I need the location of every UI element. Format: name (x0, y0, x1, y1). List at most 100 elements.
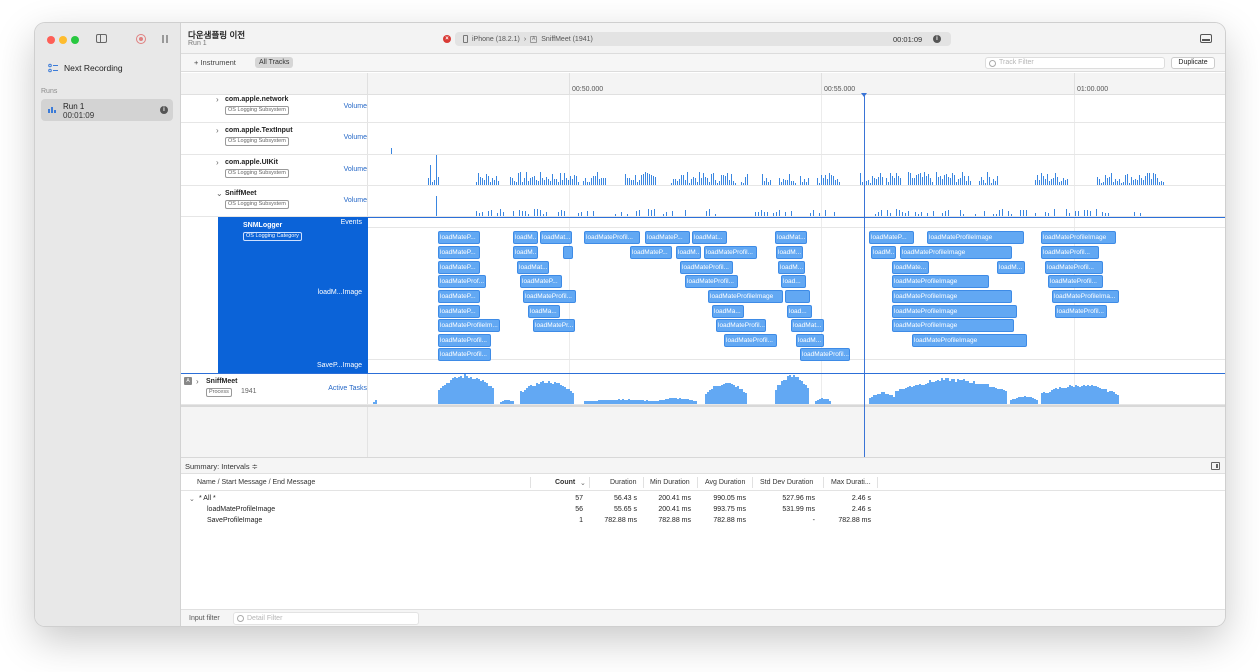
interval-block[interactable]: loadMat... (692, 231, 727, 244)
interval-block[interactable]: loadM... (513, 231, 538, 244)
interval-block[interactable]: loadMateProfileIma... (1052, 290, 1119, 303)
duplicate-button[interactable]: Duplicate (1171, 57, 1215, 69)
interval-block[interactable]: loadMateP... (438, 231, 480, 244)
error-icon[interactable]: × (443, 35, 451, 43)
interval-block[interactable]: loadMateProfil... (1048, 275, 1103, 288)
interval-block[interactable]: loadMateProfileImage (927, 231, 1024, 244)
chevron-right-icon[interactable]: › (196, 377, 199, 386)
zoom-window-button[interactable] (71, 36, 79, 44)
interval-block[interactable]: loadMat... (517, 261, 549, 274)
column-header-min[interactable]: Min Duration (650, 479, 690, 486)
interval-block[interactable]: loadMatePr... (533, 319, 575, 332)
interval-block[interactable]: loadMateP... (438, 290, 480, 303)
interval-block[interactable]: loadMateProfil... (680, 261, 733, 274)
chevron-down-icon[interactable]: ⌄ (216, 189, 223, 198)
interval-block[interactable]: loadMateProfil... (523, 290, 576, 303)
run-info-icon[interactable]: i (160, 106, 168, 114)
recording-target[interactable]: iPhone (18.2.1) › A SniffMeet (1941) 00:… (455, 32, 951, 46)
interval-block[interactable]: loadMateProfil... (1055, 305, 1107, 318)
track-row-network[interactable]: › com.apple.network OS Logging Subsystem… (181, 95, 1225, 123)
interval-block[interactable]: loadMateProfileImage (892, 319, 1014, 332)
column-header-duration[interactable]: Duration (610, 479, 636, 486)
all-tracks-button[interactable]: All Tracks (255, 57, 294, 68)
interval-block[interactable]: loadM... (776, 246, 803, 259)
interval-block[interactable] (785, 290, 810, 303)
close-window-button[interactable] (47, 36, 55, 44)
interval-block[interactable]: load... (781, 275, 806, 288)
interval-block[interactable]: loadMa... (528, 305, 560, 318)
track-kind[interactable]: Active Tasks (328, 385, 367, 392)
interval-block[interactable]: loadM... (871, 246, 896, 259)
pause-button[interactable] (162, 35, 168, 43)
next-recording-item[interactable]: Next Recording (48, 61, 173, 75)
track-kind[interactable]: Volume (344, 197, 367, 204)
interval-block[interactable]: load... (787, 305, 812, 318)
interval-block[interactable]: loadMateProfil... (438, 334, 491, 347)
interval-block[interactable]: loadMat... (540, 231, 572, 244)
track-kind[interactable]: Volume (344, 134, 367, 141)
interval-block[interactable]: loadMateProfileImage (892, 275, 989, 288)
interval-block[interactable]: loadMateProfil... (724, 334, 777, 347)
detail-filter-input[interactable]: Detail Filter (233, 612, 419, 625)
column-header-max[interactable]: Max Durati... (831, 479, 871, 486)
sidebar-item-run-1[interactable]: Run 1 00:01:09 i (41, 99, 173, 121)
interval-block[interactable]: loadMa... (712, 305, 744, 318)
interval-block[interactable]: loadMateP... (645, 231, 690, 244)
chevron-right-icon[interactable]: › (216, 95, 219, 104)
interval-block[interactable]: loadMateP... (520, 275, 562, 288)
summary-type-selector[interactable]: Summary: Intervals ≑ (185, 462, 258, 471)
snmlogger-track-label[interactable]: SNMLogger OS Logging Category Events loa… (218, 217, 368, 374)
chevron-down-icon[interactable]: ⌄ (189, 495, 195, 503)
interval-block[interactable]: loadMateProfileImage (892, 290, 1012, 303)
interval-block[interactable]: loadM... (778, 261, 805, 274)
interval-block[interactable]: loadMateP... (438, 261, 480, 274)
interval-block[interactable]: loadM... (997, 261, 1025, 274)
interval-block[interactable]: loadMateProfil... (800, 348, 850, 361)
interval-block[interactable]: loadMateProfileIm... (438, 319, 500, 332)
interval-block[interactable]: loadMateProfileImage (1041, 231, 1116, 244)
interval-block[interactable]: loadM... (676, 246, 701, 259)
record-button[interactable] (136, 34, 146, 44)
sidebar-toggle-icon[interactable] (96, 34, 107, 43)
column-header-name[interactable]: Name / Start Message / End Message (197, 479, 315, 486)
interval-block[interactable]: loadMate... (892, 261, 929, 274)
playhead[interactable] (861, 93, 867, 457)
interval-block[interactable]: loadMateProfil... (438, 348, 491, 361)
time-ruler[interactable]: 00:50.000 00:55.000 01:00.000 (181, 73, 1225, 95)
table-row[interactable]: SaveProfileImage 1 782.88 ms 782.88 ms 7… (181, 517, 1225, 528)
interval-block[interactable]: loadMateProfil... (1045, 261, 1103, 274)
interval-block[interactable]: loadMateProfileImage (912, 334, 1027, 347)
detail-toggle-icon[interactable] (1211, 462, 1220, 470)
interval-block[interactable]: loadMateP... (630, 246, 672, 259)
interval-block[interactable]: loadMateProfil... (716, 319, 766, 332)
interval-block[interactable]: loadMateProfileImage (900, 246, 1012, 259)
chevron-right-icon[interactable]: › (216, 158, 219, 167)
column-header-count[interactable]: Count (555, 479, 575, 486)
interval-block[interactable]: loadMateProfil... (1041, 246, 1099, 259)
interval-block[interactable]: loadM... (513, 246, 538, 259)
table-row[interactable]: loadMateProfileImage 56 55.65 s 200.41 m… (181, 506, 1225, 517)
interval-block[interactable]: loadMat... (775, 231, 807, 244)
column-header-avg[interactable]: Avg Duration (705, 479, 745, 486)
interval-block[interactable]: loadMat... (791, 319, 824, 332)
track-filter-input[interactable]: Track Filter (985, 57, 1165, 69)
interval-block[interactable]: loadMateProfil... (584, 231, 640, 244)
interval-block[interactable]: loadM... (796, 334, 824, 347)
interval-block[interactable]: loadMateProfil... (704, 246, 757, 259)
target-info-icon[interactable]: i (933, 35, 941, 43)
interval-block[interactable]: loadMateProfileImage (892, 305, 1017, 318)
interval-block[interactable]: loadMateProf... (438, 275, 486, 288)
track-kind[interactable]: Volume (344, 103, 367, 110)
interval-block[interactable] (563, 246, 573, 259)
interval-block[interactable]: loadMateProfil... (685, 275, 738, 288)
chevron-right-icon[interactable]: › (216, 126, 219, 135)
track-kind[interactable]: Volume (344, 166, 367, 173)
add-instrument-button[interactable]: + Instrument (194, 58, 236, 67)
interval-block[interactable]: loadMateP... (869, 231, 914, 244)
minimize-window-button[interactable] (59, 36, 67, 44)
track-row-textinput[interactable]: › com.apple.TextInput OS Logging Subsyst… (181, 123, 1225, 155)
column-header-stddev[interactable]: Std Dev Duration (760, 479, 813, 486)
interval-block[interactable]: loadMateP... (438, 246, 480, 259)
table-row[interactable]: ⌄ * All * 57 56.43 s 200.41 ms 990.05 ms… (181, 495, 1225, 506)
inspector-toggle-icon[interactable] (1200, 34, 1212, 43)
